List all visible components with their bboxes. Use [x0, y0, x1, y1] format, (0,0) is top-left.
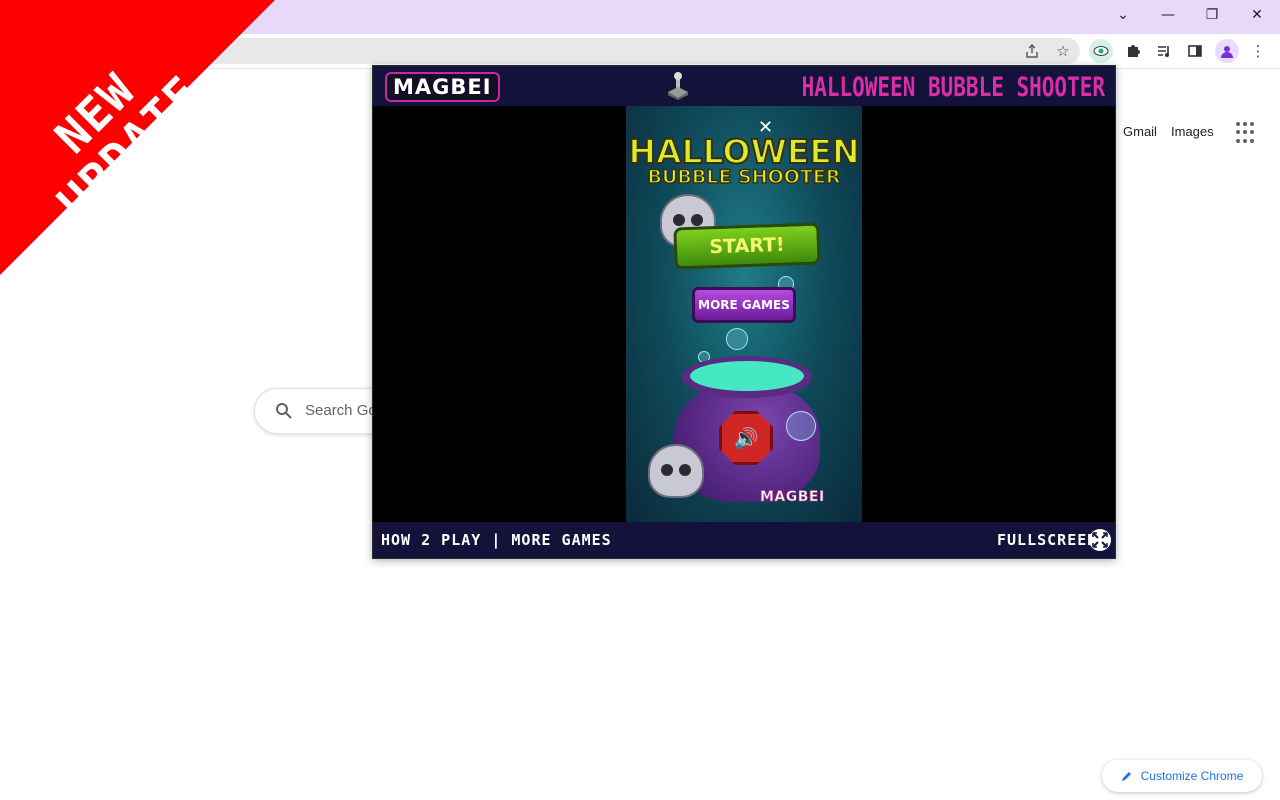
images-link[interactable]: Images — [1171, 124, 1214, 139]
joystick-icon[interactable] — [665, 72, 691, 100]
minimize-button[interactable]: — — [1146, 0, 1190, 30]
popup-header: MAGBEI HALLOWEEN BUBBLE SHOOTER — [373, 66, 1115, 106]
menu-kebab-icon[interactable]: ⋮ — [1246, 39, 1270, 63]
how-to-play-more-games-links[interactable]: HOW 2 PLAY | MORE GAMES — [381, 531, 612, 549]
popup-footer: HOW 2 PLAY | MORE GAMES FULLSCREEN — [373, 522, 1115, 558]
media-playlist-icon[interactable] — [1152, 39, 1176, 63]
start-button[interactable]: START! — [673, 222, 821, 270]
game-title-bubble-shooter: BUBBLE SHOOTER — [647, 165, 842, 189]
fullscreen-icon[interactable] — [1089, 529, 1111, 551]
share-icon[interactable] — [1020, 39, 1044, 63]
bubble-icon — [726, 328, 748, 350]
magbei-game-logo[interactable]: MAGBEI — [760, 489, 825, 506]
game-extension-popup: MAGBEI HALLOWEEN BUBBLE SHOOTER ✕ HALLOW… — [372, 65, 1116, 559]
pencil-icon — [1121, 772, 1131, 781]
google-apps-icon[interactable] — [1236, 122, 1258, 144]
game-canvas[interactable]: ✕ HALLOWEEN BUBBLE SHOOTER START! MORE G… — [626, 106, 862, 522]
address-bar[interactable] — [200, 38, 1080, 64]
new-update-banner: NEW UPDATE — [0, 0, 280, 280]
magbei-logo[interactable]: MAGBEI — [385, 72, 500, 102]
skull-icon — [648, 444, 704, 498]
fullscreen-link[interactable]: FULLSCREEN — [997, 531, 1097, 549]
customize-label: Customize Chrome — [1140, 769, 1244, 783]
profile-avatar-icon[interactable] — [1215, 39, 1239, 63]
search-icon — [276, 403, 292, 419]
search-placeholder: Search Go — [305, 402, 377, 419]
restore-button[interactable]: ❐ — [1190, 0, 1234, 30]
customize-chrome-button[interactable]: Customize Chrome — [1102, 760, 1262, 792]
bubble-icon — [786, 411, 816, 441]
extension-eye-icon[interactable] — [1089, 39, 1113, 63]
more-games-button[interactable]: MORE GAMES — [692, 287, 796, 323]
gmail-link[interactable]: Gmail — [1123, 124, 1157, 139]
extensions-puzzle-icon[interactable] — [1121, 39, 1145, 63]
side-panel-icon[interactable] — [1183, 39, 1207, 63]
close-window-button[interactable]: ✕ — [1235, 0, 1279, 30]
game-title: HALLOWEEN BUBBLE SHOOTER — [801, 72, 1105, 102]
tab-search-button[interactable]: ⌄ — [1101, 0, 1145, 30]
bookmark-star-icon[interactable]: ☆ — [1051, 39, 1075, 63]
cauldron-liquid — [690, 361, 804, 391]
